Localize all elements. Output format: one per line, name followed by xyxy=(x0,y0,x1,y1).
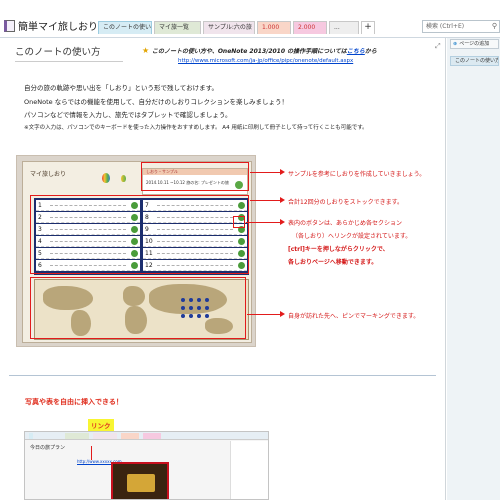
annotation-button-3: [ctrl]キーを押しながらクリックで、 xyxy=(288,246,389,253)
top-bar: 簡単マイ旅しおり ▾ このノートの使い方 マイ旅一覧 サンプル:六の旅 1.00… xyxy=(0,0,500,38)
arrow-head-icon xyxy=(280,311,285,317)
intro-line-1: 自分の旅の軌跡や思い出を「しおり」という形で残しておけます。 xyxy=(24,84,218,92)
screenshot-tab xyxy=(93,433,117,439)
arrow-line xyxy=(250,200,280,201)
arrow-line xyxy=(247,314,280,315)
section-divider xyxy=(9,375,436,376)
balloon-icon xyxy=(102,173,110,183)
search-icon: ⚲ xyxy=(491,22,497,30)
photo-subject xyxy=(127,474,155,492)
link-label: リンク xyxy=(88,419,114,431)
page-list-item[interactable]: このノートの使い方 xyxy=(450,56,499,66)
note-suffix: から xyxy=(364,48,377,55)
insert-heading: 写真や表を自由に挿入できる！ xyxy=(25,398,123,406)
intro-line-4: ※文字の入力は、パソコンでのキーボードを使った入力操作をおすすめします。 A4 … xyxy=(24,125,368,131)
section-tabs: このノートの使い方 マイ旅一覧 サンプル:六の旅 1.000 2.000 ...… xyxy=(98,21,377,34)
screenshot-tab xyxy=(29,433,33,439)
highlight-box-button xyxy=(233,216,245,228)
star-icon: ★ xyxy=(142,46,150,55)
arrow-line xyxy=(250,172,280,173)
tab-trip-list[interactable]: マイ旅一覧 xyxy=(154,21,201,34)
arrow-head-icon xyxy=(280,197,285,203)
onenote-window: 簡単マイ旅しおり ▾ このノートの使い方 マイ旅一覧 サンプル:六の旅 1.00… xyxy=(0,0,500,500)
screenshot-arrow xyxy=(91,446,92,460)
screenshot-photo xyxy=(111,462,169,499)
arrow-head-icon xyxy=(280,169,285,175)
intro-line-3: パソコンなどで情報を入力し、旅先ではタブレットで確認しましょう。 xyxy=(24,111,232,119)
annotation-stock: 合計12回分のしおりをストックできます。 xyxy=(288,199,404,206)
tab-section-2[interactable]: 2.000 xyxy=(293,21,327,34)
notebook-icon xyxy=(4,19,15,32)
highlight-box-grid xyxy=(30,195,249,274)
embedded-screenshot: 今日の旅プラン http://www.xxxxx.com xyxy=(24,431,269,500)
balloon-icon xyxy=(121,175,126,182)
notebook-selector[interactable]: 簡単マイ旅しおり ▾ xyxy=(4,18,105,33)
annotation-sample: サンプルを参考にしおりを作成していきましょう。 xyxy=(288,171,426,178)
annotation-button-1: 表内のボタンは、あらかじめ各セクション xyxy=(288,220,403,227)
add-page-button[interactable]: ⊕ ページの追加 xyxy=(450,39,499,49)
arrow-line xyxy=(246,222,280,223)
reference-url-link[interactable]: http://www.microsoft.com/ja-jp/office/pi… xyxy=(178,58,353,64)
search-placeholder: 検索 (Ctrl+E) xyxy=(426,23,465,30)
tab-sample-trip[interactable]: サンプル:六の旅 xyxy=(203,21,255,34)
highlight-box-map xyxy=(30,277,246,339)
arrow-head-icon xyxy=(280,219,285,225)
highlight-box-sample xyxy=(141,162,249,191)
screenshot-tab-bar xyxy=(25,432,268,440)
add-section-button[interactable]: + xyxy=(361,21,375,34)
screenshot-tab xyxy=(121,433,139,439)
add-page-label: ページの追加 xyxy=(459,41,490,47)
annotation-button-4: 各しおりページへ移動できます。 xyxy=(288,259,378,266)
page-title[interactable]: このノートの使い方 xyxy=(15,44,123,62)
plus-icon: ⊕ xyxy=(453,41,458,47)
screenshot-tab xyxy=(143,433,161,439)
intro-line-2: OneNote ならではの機能を使用して、自分だけのしおりコレクションを楽しみま… xyxy=(24,98,288,106)
notebook-name: 簡単マイ旅しおり xyxy=(18,22,98,33)
screenshot-side-panel xyxy=(230,441,268,499)
screenshot-tab xyxy=(65,433,89,439)
expand-icon[interactable]: ⤢ xyxy=(435,42,441,51)
search-input[interactable]: 検索 (Ctrl+E) ⚲ xyxy=(422,20,500,33)
board-title: マイ旅しおり xyxy=(30,171,67,178)
tab-section-1[interactable]: 1.000 xyxy=(257,21,291,34)
annotation-button-2: （各しおり）へリンクが設定されています。 xyxy=(292,233,412,240)
note-text: このノートの使い方や、OneNote 2013/2010 の操作手順については xyxy=(152,48,347,55)
note-link[interactable]: こちら xyxy=(347,48,365,55)
tab-more[interactable]: ... xyxy=(329,21,359,34)
tab-how-to-use[interactable]: このノートの使い方 xyxy=(98,21,152,34)
page-canvas[interactable]: このノートの使い方 ★ このノートの使い方や、OneNote 2013/2010… xyxy=(0,38,446,500)
screenshot-title: 今日の旅プラン xyxy=(30,445,66,451)
page-list-panel: ⊕ ページの追加 このノートの使い方 xyxy=(447,38,500,500)
reference-note: このノートの使い方や、OneNote 2013/2010 の操作手順についてはこ… xyxy=(152,46,377,55)
annotation-map: 自身が訪れた先へ、ピンでマーキングできます。 xyxy=(288,313,420,320)
